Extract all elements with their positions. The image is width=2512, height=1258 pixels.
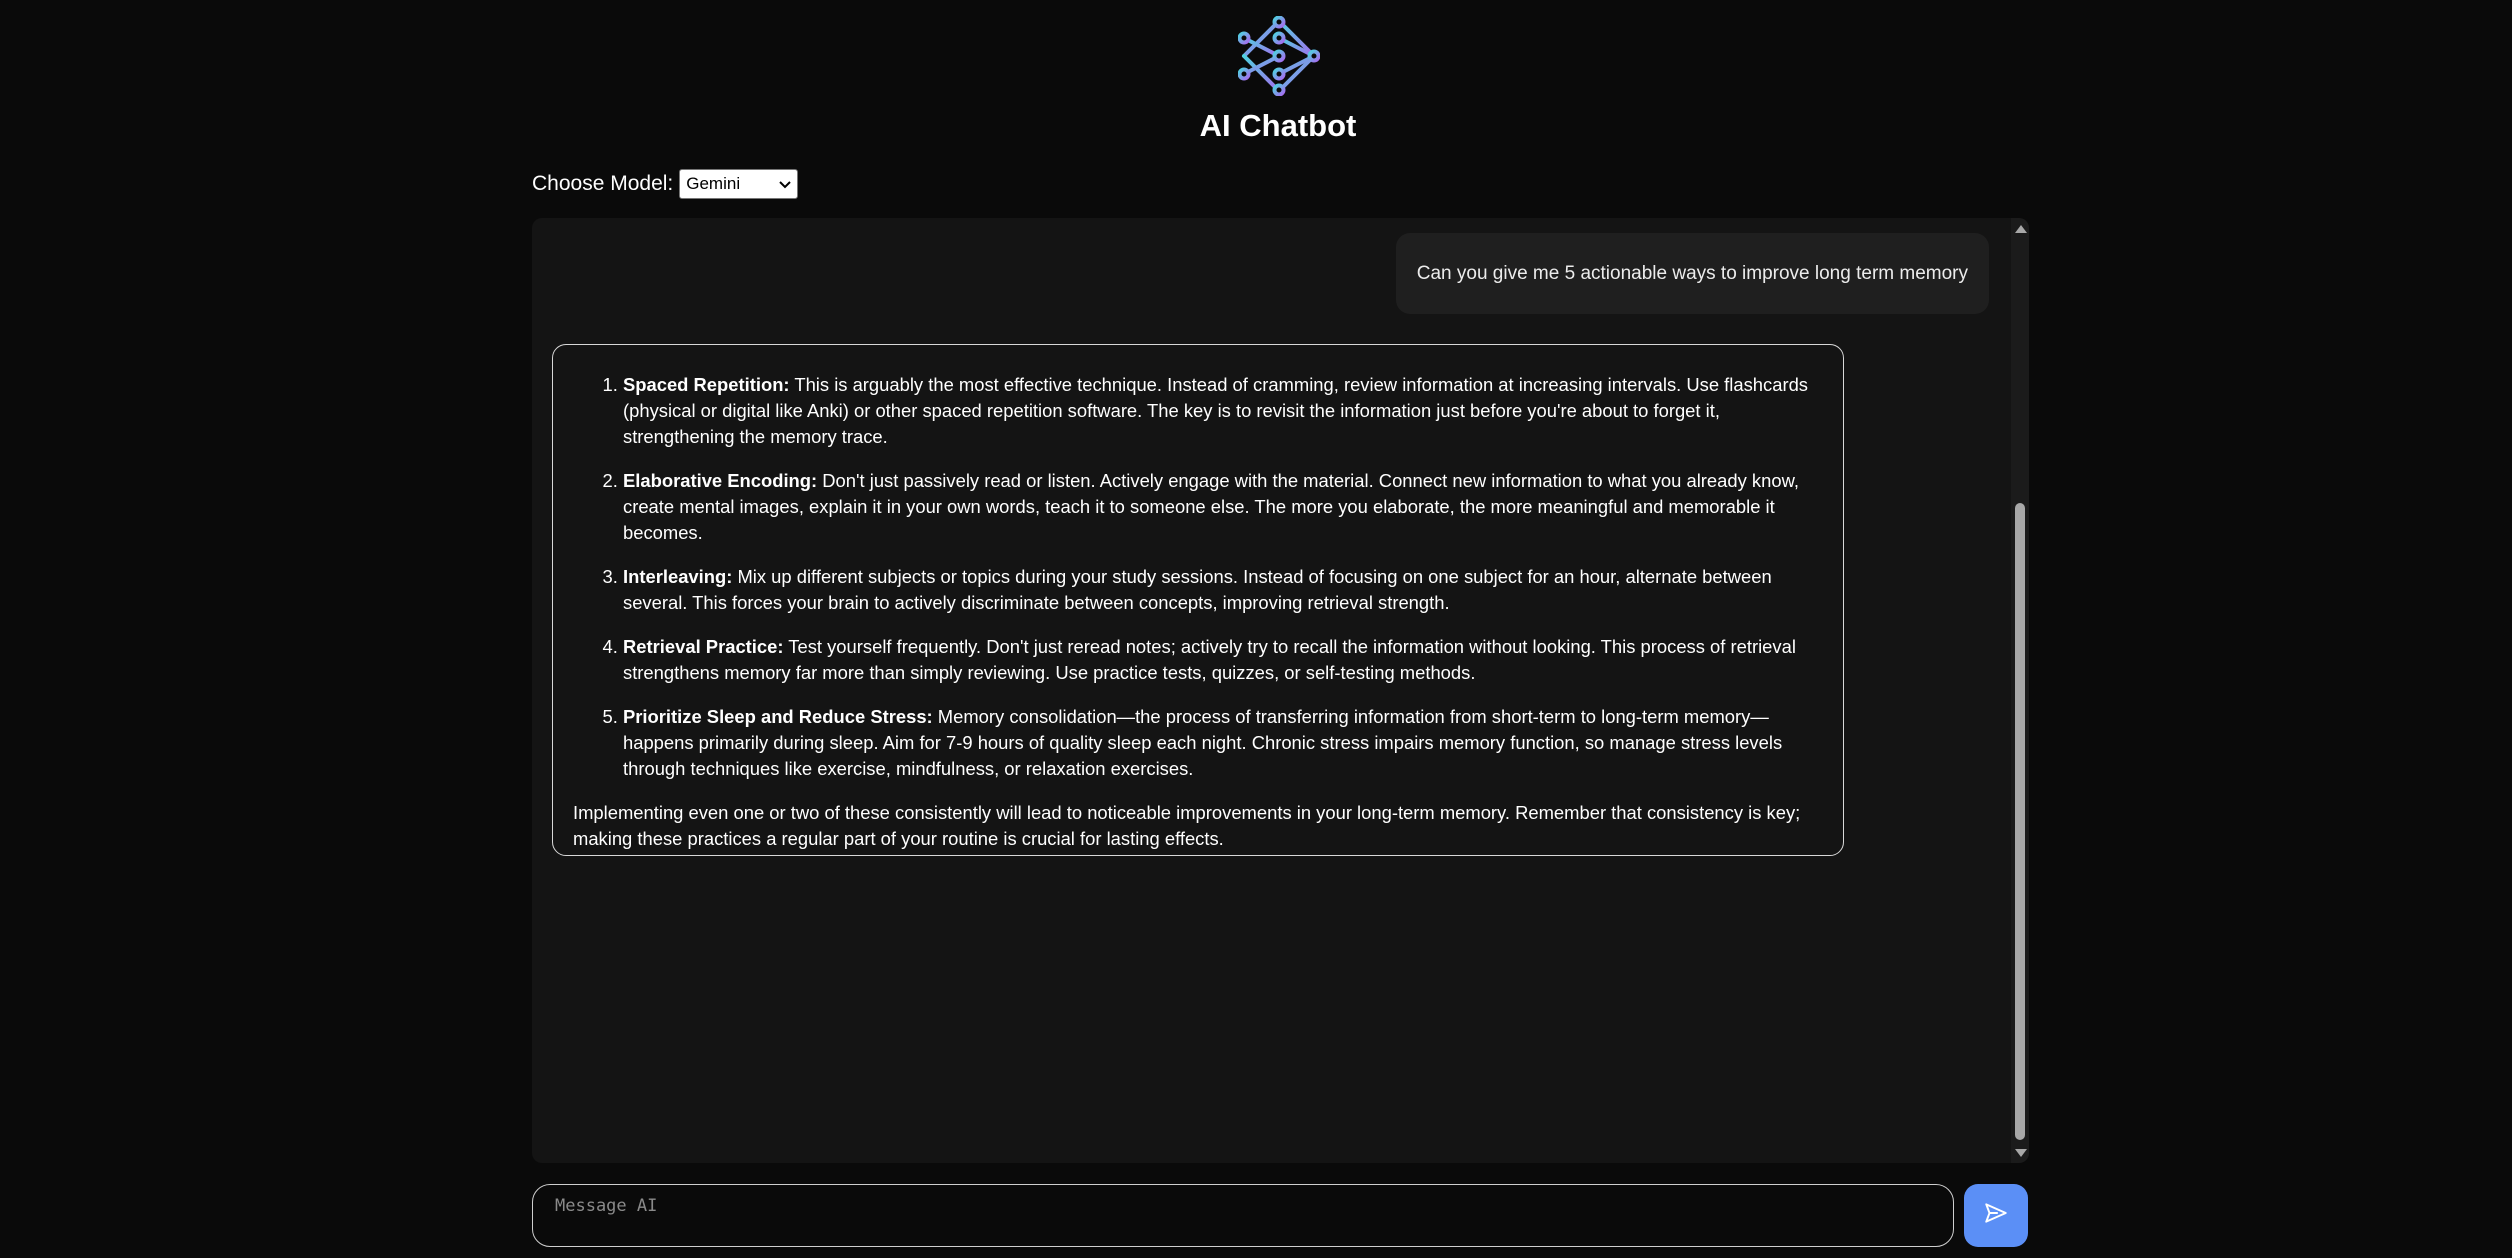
model-label: Choose Model: xyxy=(532,172,674,195)
list-item: Spaced Repetition: This is arguably the … xyxy=(623,372,1823,450)
list-item: Prioritize Sleep and Reduce Stress: Memo… xyxy=(623,704,1823,782)
send-button[interactable] xyxy=(1964,1184,2028,1247)
user-message: Can you give me 5 actionable ways to imp… xyxy=(1395,233,1989,314)
ai-response: Spaced Repetition: This is arguably the … xyxy=(552,344,1844,856)
ai-response-list: Spaced Repetition: This is arguably the … xyxy=(573,372,1823,782)
list-item-title: Interleaving: xyxy=(623,566,733,587)
model-select[interactable]: Gemini xyxy=(679,169,799,199)
neural-network-logo-icon xyxy=(1237,15,1321,97)
list-item-title: Elaborative Encoding: xyxy=(623,470,818,491)
list-item: Retrieval Practice: Test yourself freque… xyxy=(623,634,1823,686)
ai-response-closing: Implementing even one or two of these co… xyxy=(573,802,1801,849)
list-item-title: Prioritize Sleep and Reduce Stress: xyxy=(623,706,933,727)
user-message-text: Can you give me 5 actionable ways to imp… xyxy=(1416,262,1968,284)
message-input-container[interactable] xyxy=(532,1184,1954,1247)
list-item-text: Test yourself frequently. Don't just rer… xyxy=(623,636,1796,683)
list-item: Elaborative Encoding: Don't just passive… xyxy=(623,468,1823,546)
app-title: AI Chatbot xyxy=(1199,108,1357,143)
model-selector-row: Choose Model: Gemini xyxy=(532,168,799,200)
list-item: Interleaving: Mix up different subjects … xyxy=(623,564,1823,616)
send-icon xyxy=(1983,1200,2009,1231)
scroll-up-arrow-icon[interactable] xyxy=(2015,225,2027,233)
list-item-title: Retrieval Practice: xyxy=(623,636,784,657)
chat-scrollbar[interactable] xyxy=(2011,218,2029,1163)
list-item-title: Spaced Repetition: xyxy=(623,374,790,395)
header: AI Chatbot xyxy=(0,0,2512,150)
list-item-text: Mix up different subjects or topics duri… xyxy=(623,566,1772,613)
message-input[interactable] xyxy=(555,1195,1931,1236)
scroll-down-arrow-icon[interactable] xyxy=(2015,1149,2027,1157)
chevron-down-icon xyxy=(779,174,791,194)
model-select-value: Gemini xyxy=(686,174,741,193)
scroll-thumb[interactable] xyxy=(2015,503,2025,1140)
chat-area[interactable]: Can you give me 5 actionable ways to imp… xyxy=(532,218,2029,1163)
list-item-text: This is arguably the most effective tech… xyxy=(623,374,1808,447)
